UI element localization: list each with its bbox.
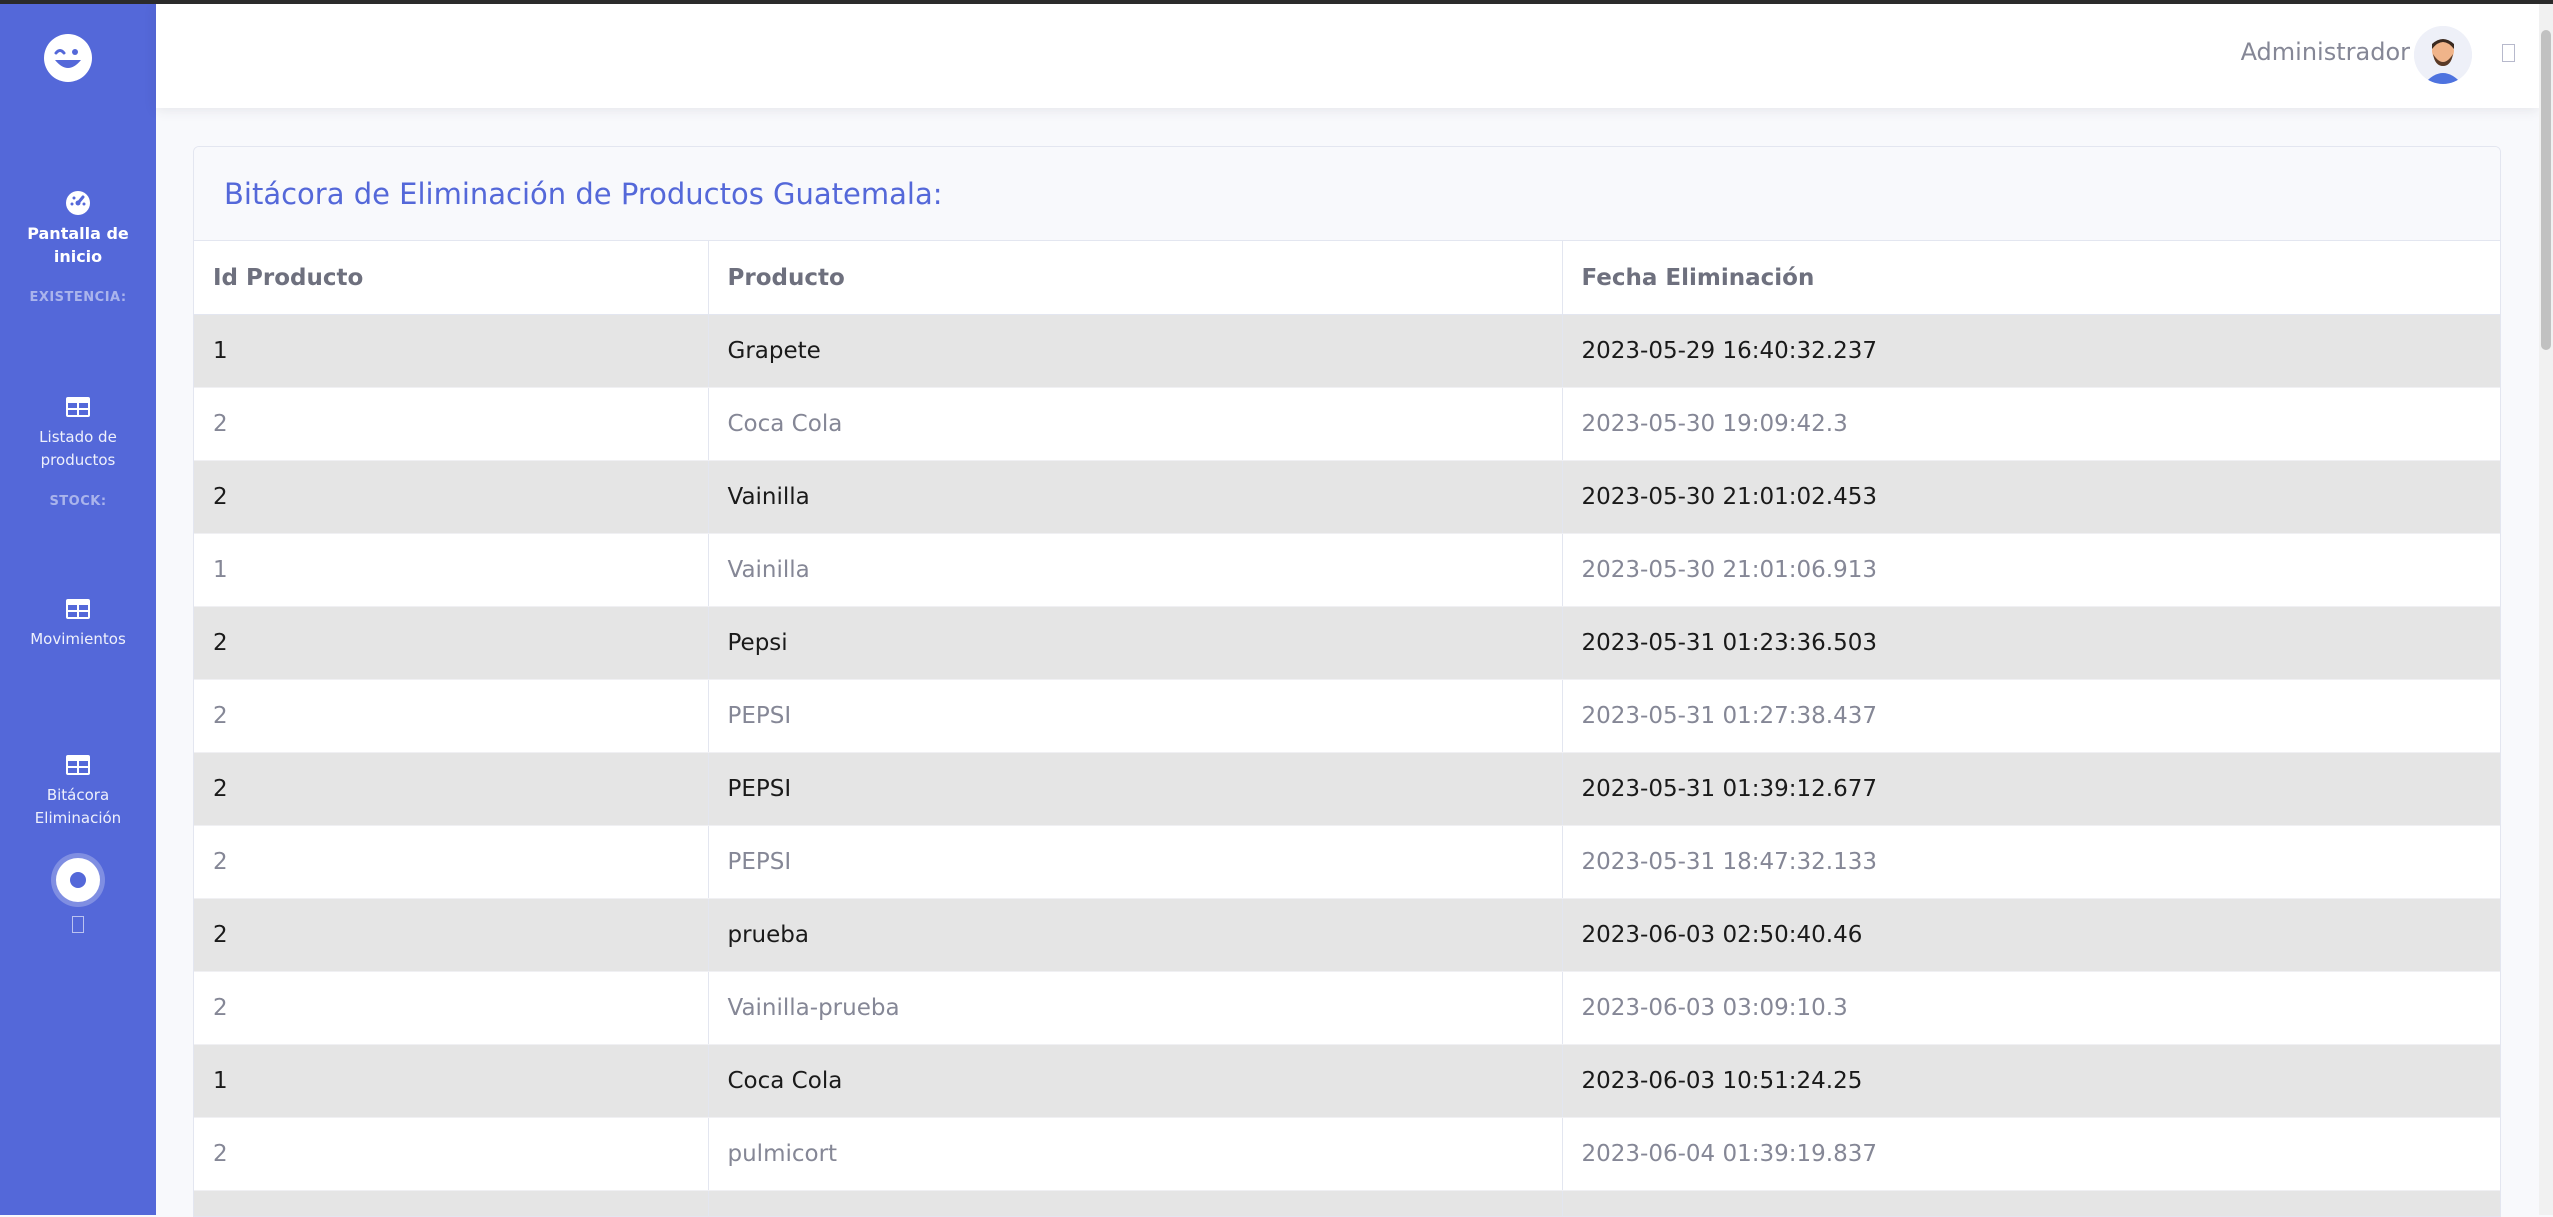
column-header-fecha-eliminacion[interactable]: Fecha Eliminación [1562,241,2500,315]
table-row: 2 Pepsi 2023-05-31 01:23:36.503 [194,607,2500,680]
user-avatar-icon[interactable] [2414,26,2472,84]
sidebar-toggle-inner [56,858,100,902]
cell-id-producto: 2 [194,899,708,972]
sidebar-item-label: Bitácora [47,786,109,804]
table-row: 1 Coca Cola 2023-06-03 10:51:24.25 [194,1045,2500,1118]
cell-producto: Pepsi [708,607,1562,680]
cell-fecha-eliminacion: 2023-05-30 19:09:42.3 [1562,388,2500,461]
table-row: 2 Vainilla 2023-05-30 21:01:02.453 [194,461,2500,534]
table-icon [65,394,91,420]
cell-fecha-eliminacion: 2023-05-29 16:40:32.237 [1562,315,2500,388]
sidebar-toggle-button[interactable] [51,853,105,907]
cell-id-producto: 2 [194,388,708,461]
card-title: Bitácora de Eliminación de Productos Gua… [224,177,943,211]
table-row [194,1191,2500,1217]
laugh-wink-icon[interactable] [42,32,94,84]
cell-fecha-eliminacion: 2023-05-31 18:47:32.133 [1562,826,2500,899]
cell-fecha-eliminacion: 2023-06-04 01:39:19.837 [1562,1118,2500,1191]
missing-glyph-icon [72,916,84,933]
bitacora-card: Bitácora de Eliminación de Productos Gua… [193,146,2501,1217]
cell-fecha-eliminacion: 2023-05-31 01:23:36.503 [1562,607,2500,680]
table-row: 1 Grapete 2023-05-29 16:40:32.237 [194,315,2500,388]
table-row: 2 PEPSI 2023-05-31 01:39:12.677 [194,753,2500,826]
table-row: 2 pulmicort 2023-06-04 01:39:19.837 [194,1118,2500,1191]
cell-id-producto: 2 [194,680,708,753]
sidebar-item-movimientos[interactable]: Movimientos [0,596,156,651]
sidebar-item-pantalla-de-inicio[interactable]: Pantalla de inicio [0,190,156,268]
sidebar-item-label: Movimientos [30,630,126,648]
sidebar-item-label: Pantalla de [27,224,129,243]
sidebar-item-label: productos [41,451,116,469]
cell-id-producto: 2 [194,461,708,534]
table-icon [65,596,91,622]
table-row: 2 Coca Cola 2023-05-30 19:09:42.3 [194,388,2500,461]
cell-id-producto [194,1191,708,1217]
table-row: 1 Vainilla 2023-05-30 21:01:06.913 [194,534,2500,607]
cell-fecha-eliminacion: 2023-06-03 10:51:24.25 [1562,1045,2500,1118]
cell-fecha-eliminacion: 2023-05-31 01:27:38.437 [1562,680,2500,753]
sidebar: Pantalla de inicio EXISTENCIA: Listado d… [0,4,156,1215]
sidebar-heading-stock: STOCK: [0,494,156,509]
table-icon [65,752,91,778]
cell-producto: Vainilla [708,534,1562,607]
cell-producto: PEPSI [708,826,1562,899]
cell-producto: prueba [708,899,1562,972]
sidebar-item-bitacora-eliminacion[interactable]: Bitácora Eliminación [0,752,156,830]
cell-producto: PEPSI [708,680,1562,753]
missing-glyph-icon [2502,44,2515,62]
cell-producto: PEPSI [708,753,1562,826]
tachometer-icon [65,190,91,216]
page-scrollbar-thumb[interactable] [2541,30,2551,350]
table-row: 2 PEPSI 2023-05-31 01:27:38.437 [194,680,2500,753]
bitacora-table: Id Producto Producto Fecha Eliminación 1… [194,241,2500,1217]
column-header-id-producto[interactable]: Id Producto [194,241,708,315]
cell-id-producto: 2 [194,753,708,826]
cell-producto: Coca Cola [708,388,1562,461]
page-scrollbar[interactable] [2539,4,2553,1215]
sidebar-item-label: inicio [54,247,102,266]
topbar: Administrador [156,4,2539,108]
sidebar-heading-existencia: EXISTENCIA: [0,290,156,305]
sidebar-item-listado-de-productos[interactable]: Listado de productos [0,394,156,472]
window-top-border [0,0,2553,4]
sidebar-toggle-dot [70,872,86,888]
cell-fecha-eliminacion: 2023-06-03 02:50:40.46 [1562,899,2500,972]
cell-producto: Vainilla [708,461,1562,534]
cell-id-producto: 1 [194,534,708,607]
cell-id-producto: 2 [194,607,708,680]
user-name[interactable]: Administrador [2241,38,2410,66]
sidebar-item-label: Eliminación [35,809,121,827]
cell-producto: Vainilla-prueba [708,972,1562,1045]
cell-producto: Grapete [708,315,1562,388]
cell-fecha-eliminacion: 2023-05-30 21:01:02.453 [1562,461,2500,534]
table-header-row: Id Producto Producto Fecha Eliminación [194,241,2500,315]
table-row: 2 Vainilla-prueba 2023-06-03 03:09:10.3 [194,972,2500,1045]
cell-producto: Coca Cola [708,1045,1562,1118]
cell-id-producto: 1 [194,315,708,388]
cell-id-producto: 2 [194,972,708,1045]
table-row: 2 prueba 2023-06-03 02:50:40.46 [194,899,2500,972]
table-row: 2 PEPSI 2023-05-31 18:47:32.133 [194,826,2500,899]
column-header-producto[interactable]: Producto [708,241,1562,315]
cell-producto: pulmicort [708,1118,1562,1191]
card-header: Bitácora de Eliminación de Productos Gua… [194,147,2500,241]
cell-producto [708,1191,1562,1217]
sidebar-item-label: Listado de [39,428,117,446]
cell-fecha-eliminacion: 2023-06-03 03:09:10.3 [1562,972,2500,1045]
cell-id-producto: 2 [194,1118,708,1191]
cell-id-producto: 2 [194,826,708,899]
cell-fecha-eliminacion: 2023-05-31 01:39:12.677 [1562,753,2500,826]
cell-fecha-eliminacion [1562,1191,2500,1217]
cell-fecha-eliminacion: 2023-05-30 21:01:06.913 [1562,534,2500,607]
cell-id-producto: 1 [194,1045,708,1118]
